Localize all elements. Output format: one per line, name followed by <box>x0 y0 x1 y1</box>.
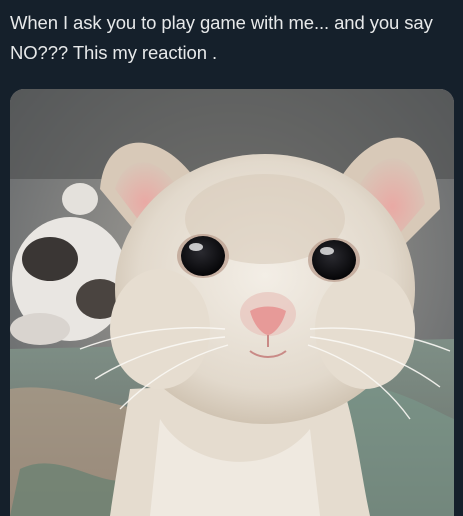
post-text: When I ask you to play game with me... a… <box>10 12 433 63</box>
kitten-photo <box>10 89 454 516</box>
post-media-photo[interactable] <box>10 89 454 516</box>
